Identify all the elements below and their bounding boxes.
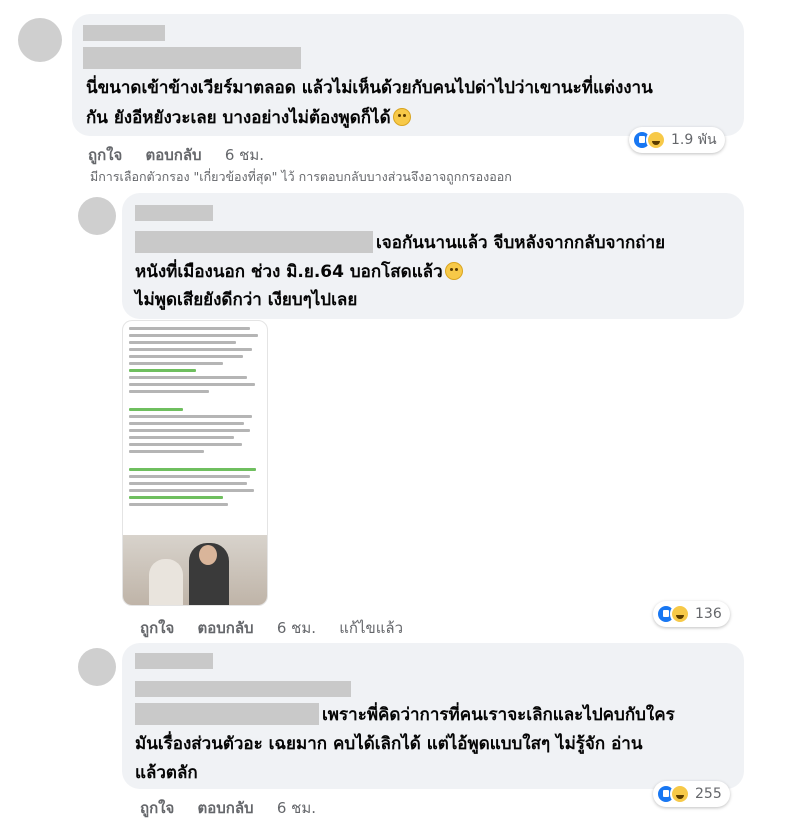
timestamp[interactable]: 6 ชม. — [277, 799, 316, 817]
comment-text-line: เจอกันนานแล้ว จีบหลังจากกลับจากถ่าย — [376, 233, 666, 253]
couple-photo — [123, 535, 267, 605]
reaction-summary[interactable]: 136 — [653, 601, 730, 627]
timestamp[interactable]: 6 ชม. — [277, 619, 316, 637]
comment-text-line: หนังที่เมืองนอก ช่วง มิ.ย.64 บอกโสดแล้ว — [135, 258, 463, 286]
haha-reaction-icon — [670, 604, 690, 624]
reaction-summary[interactable]: 255 — [653, 781, 730, 807]
reply-button[interactable]: ตอบกลับ — [146, 146, 202, 164]
reply-button[interactable]: ตอบกลับ — [198, 619, 254, 637]
redacted-username — [83, 25, 165, 41]
comment-actions: ถูกใจ ตอบกลับ 6 ชม. แก้ไขแล้ว — [140, 616, 421, 640]
rolling-eyes-emoji — [444, 262, 463, 280]
reaction-summary[interactable]: 1.9 พัน — [629, 127, 725, 153]
comment-text-line: กัน ยังอีหยังวะเลย บางอย่างไม่ต้องพูดก็ไ… — [86, 104, 411, 132]
redacted-text — [83, 47, 301, 69]
like-button[interactable]: ถูกใจ — [140, 619, 174, 637]
redacted-text — [135, 231, 373, 253]
comment-actions: ถูกใจ ตอบกลับ 6 ชม. — [140, 796, 334, 820]
redacted-username — [135, 205, 213, 221]
redacted-username — [135, 653, 213, 669]
comment-text-line: เพราะพี่คิดว่าการที่คนเราจะเลิกและไปคบกั… — [322, 705, 675, 725]
reaction-count: 255 — [695, 786, 722, 802]
comment-text-line: แล้วตลัก — [135, 763, 198, 783]
edited-label[interactable]: แก้ไขแล้ว — [339, 619, 403, 637]
commenter-avatar[interactable] — [18, 18, 62, 62]
like-button[interactable]: ถูกใจ — [88, 146, 122, 164]
reaction-count: 136 — [695, 606, 722, 622]
reaction-count: 1.9 พัน — [671, 132, 717, 148]
redacted-text — [135, 681, 351, 697]
attached-image[interactable] — [122, 320, 268, 606]
comment-text-line: ไม่พูดเสียยังดีกว่า เงียบๆไปเลย — [135, 290, 358, 310]
comment-text-line: มันเรื่องส่วนตัวอะ เฉยมาก คบได้เลิกได้ แ… — [135, 734, 643, 754]
haha-reaction-icon — [646, 130, 666, 150]
timestamp[interactable]: 6 ชม. — [225, 146, 264, 164]
haha-reaction-icon — [670, 784, 690, 804]
redacted-text — [135, 703, 319, 725]
commenter-avatar[interactable] — [78, 197, 116, 235]
rofl-emoji — [392, 108, 411, 126]
filter-note: มีการเลือกตัวกรอง "เกี่ยวข้องที่สุด" ไว้… — [90, 169, 512, 184]
reply-button[interactable]: ตอบกลับ — [198, 799, 254, 817]
comment-text-line: นี่ขนาดเข้าข้างเวียร์มาตลอด แล้วไม่เห็นด… — [86, 78, 653, 98]
commenter-avatar[interactable] — [78, 648, 116, 686]
comment-actions: ถูกใจ ตอบกลับ 6 ชม. — [88, 143, 282, 167]
like-button[interactable]: ถูกใจ — [140, 799, 174, 817]
image-article-text — [129, 327, 263, 510]
